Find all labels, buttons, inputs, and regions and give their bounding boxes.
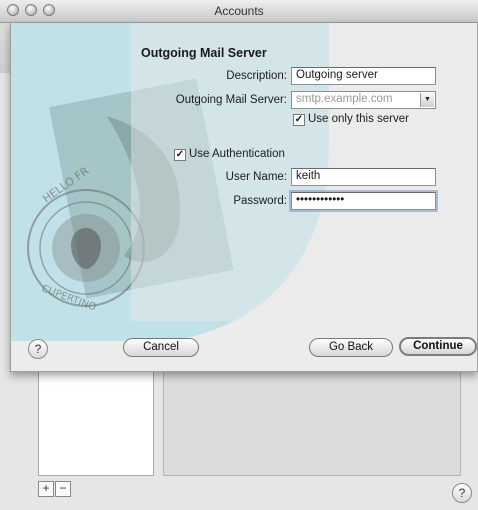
description-field[interactable]: Outgoing server	[291, 67, 436, 85]
outgoing-server-sheet: HELLO FR CUPERTINO Outgoing Mail Server …	[10, 23, 478, 372]
use-authentication-label: Use Authentication	[189, 148, 285, 160]
sheet-title: Outgoing Mail Server	[141, 46, 267, 60]
password-field[interactable]: ••••••••••••	[291, 192, 436, 210]
go-back-button[interactable]: Go Back	[309, 338, 393, 357]
window-help-button[interactable]: ?	[452, 483, 472, 503]
use-only-this-server-checkbox[interactable]: ✓	[293, 114, 305, 126]
continue-button[interactable]: Continue	[399, 337, 477, 356]
outgoing-server-label: Outgoing Mail Server:	[175, 94, 287, 106]
add-account-button[interactable]: +	[38, 481, 54, 497]
account-detail-pane	[163, 369, 461, 476]
cancel-button[interactable]: Cancel	[123, 338, 199, 357]
outgoing-server-placeholder: smtp.example.com	[296, 93, 393, 105]
user-name-field[interactable]: keith	[291, 168, 436, 186]
user-name-label: User Name:	[225, 171, 287, 183]
accounts-list[interactable]	[38, 369, 154, 476]
window-title: Accounts	[214, 4, 264, 18]
use-authentication-checkbox[interactable]: ✓	[174, 149, 186, 161]
remove-account-button[interactable]: −	[55, 481, 71, 497]
dropdown-arrow-icon[interactable]: ▼	[420, 93, 434, 107]
sheet-help-button[interactable]: ?	[28, 339, 48, 359]
password-label: Password:	[233, 195, 287, 207]
description-label: Description:	[226, 70, 287, 82]
title-bar: Accounts	[0, 0, 478, 23]
outgoing-server-combobox[interactable]: smtp.example.com ▼	[291, 91, 436, 109]
use-only-this-server-label: Use only this server	[308, 113, 409, 125]
